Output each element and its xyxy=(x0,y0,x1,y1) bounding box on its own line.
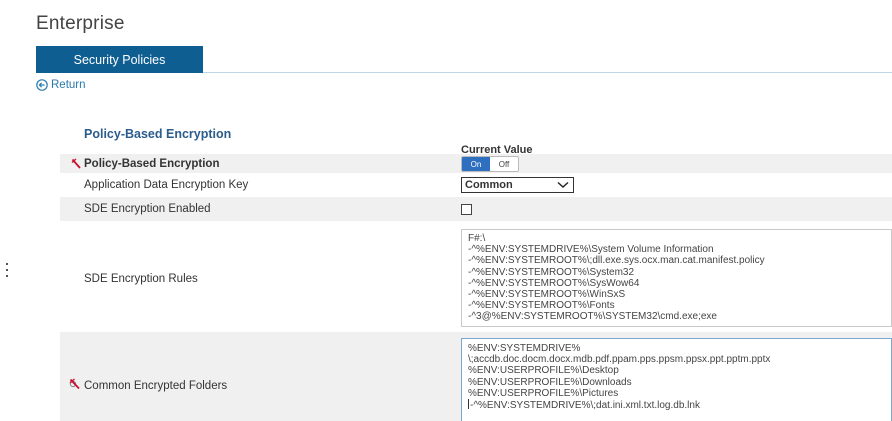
toggle-off[interactable]: Off xyxy=(490,157,518,171)
sde-rule-line: -^%ENV:SYSTEMROOT%\;dll.exe.sys.ocx.man.… xyxy=(468,255,765,267)
return-label: Return xyxy=(51,79,86,91)
tab-security-policies[interactable]: Security Policies xyxy=(36,46,203,73)
left-edge-marker xyxy=(6,263,8,283)
common-encrypted-folders-label: Common Encrypted Folders xyxy=(84,380,228,392)
folders-lock-icon xyxy=(69,378,80,390)
folder-line: %ENV:USERPROFILE%\Pictures xyxy=(468,387,619,399)
encryption-key-select[interactable]: Common xyxy=(461,177,574,193)
folder-line-with-cursor: -^%ENV:SYSTEMDRIVE%\;dat.ini.xml.txt.log… xyxy=(468,399,885,411)
row-sde-encryption-enabled: SDE Encryption Enabled xyxy=(60,197,892,221)
application-data-encryption-key-label: Application Data Encryption Key xyxy=(84,179,249,191)
text-cursor xyxy=(468,399,469,410)
sde-rule-line: -^%ENV:SYSTEMROOT%\System32 xyxy=(468,266,635,278)
policy-encryption-toggle[interactable]: On Off xyxy=(461,156,519,172)
encryption-key-value: Common xyxy=(465,179,513,191)
page-title: Enterprise xyxy=(36,13,125,34)
sde-rule-line: F#:\ xyxy=(468,233,486,244)
chevron-down-icon xyxy=(557,181,569,188)
sde-encryption-rules-label: SDE Encryption Rules xyxy=(84,273,198,285)
row-policy-based-encryption: Policy-Based Encryption On Off xyxy=(60,154,892,173)
sde-rule-line: -^3@%ENV:SYSTEMROOT%\SYSTEM32\cmd.exe;ex… xyxy=(468,311,717,323)
common-folders-textarea[interactable]: %ENV:SYSTEMDRIVE% \;accdb.doc.docm.docx.… xyxy=(461,338,892,421)
sde-rule-line: -^%ENV:SYSTEMROOT%\SysWow64 xyxy=(468,277,640,289)
tab-bar: Security Policies xyxy=(36,46,892,73)
folder-line-text: -^%ENV:SYSTEMDRIVE%\;dat.ini.xml.txt.log… xyxy=(470,400,700,412)
policy-lock-icon xyxy=(71,158,81,169)
sde-rule-line: -^%ENV:SYSTEMROOT%\Fonts xyxy=(468,300,615,312)
row-application-data-encryption-key: Application Data Encryption Key Common xyxy=(60,176,892,196)
policy-based-encryption-label: Policy-Based Encryption xyxy=(84,158,220,170)
sde-rule-line: -^%ENV:SYSTEMROOT%\WinSxS xyxy=(468,289,626,301)
folder-line: %ENV:USERPROFILE%\Desktop xyxy=(468,365,619,377)
folder-line: %ENV:SYSTEMDRIVE% xyxy=(468,343,581,354)
section-title: Policy-Based Encryption xyxy=(84,127,232,141)
return-link[interactable]: Return xyxy=(36,79,86,91)
sde-rules-textarea[interactable]: F#:\ -^%ENV:SYSTEMDRIVE%\System Volume I… xyxy=(461,229,892,327)
folder-line: \;accdb.doc.docm.docx.mdb.pdf.ppam.pps.p… xyxy=(468,354,771,366)
toggle-on[interactable]: On xyxy=(462,157,490,171)
sde-enabled-checkbox[interactable] xyxy=(461,204,472,215)
sde-rule-line: -^%ENV:SYSTEMDRIVE%\System Volume Inform… xyxy=(468,244,714,256)
sde-encryption-enabled-label: SDE Encryption Enabled xyxy=(84,203,211,215)
back-arrow-icon xyxy=(36,79,48,91)
folder-line: %ENV:USERPROFILE%\Downloads xyxy=(468,376,632,388)
